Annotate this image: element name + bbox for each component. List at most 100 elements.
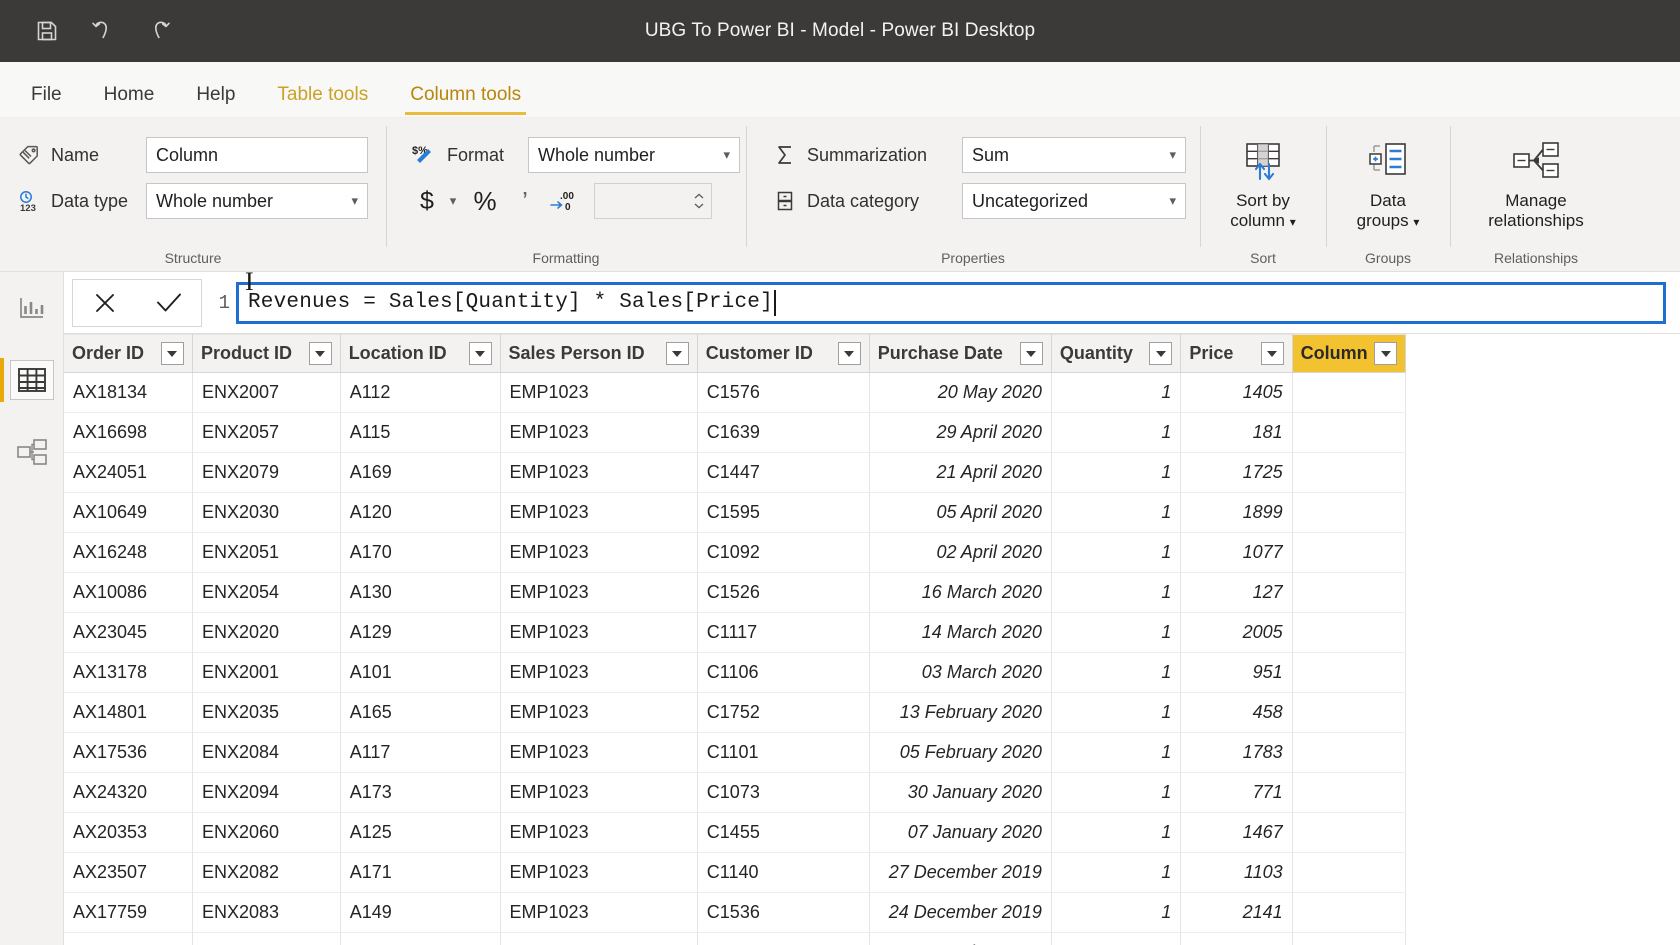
sort-by-column-button[interactable]: Sort by column ▾	[1200, 132, 1326, 231]
table-cell[interactable]: EMP1023	[500, 492, 698, 533]
table-cell[interactable]: A125	[340, 812, 501, 853]
table-cell[interactable]: EMP1023	[500, 612, 698, 653]
table-cell[interactable]: 1	[1051, 692, 1182, 733]
table-cell[interactable]: AX23507	[64, 852, 193, 893]
table-cell[interactable]: C1536	[697, 892, 870, 933]
table-cell[interactable]: C1149	[697, 932, 870, 945]
table-cell[interactable]: 13 February 2020	[869, 692, 1052, 733]
table-cell[interactable]: 29 April 2020	[869, 412, 1052, 453]
filter-dropdown-icon[interactable]	[1019, 342, 1043, 365]
table-cell[interactable]: 30 January 2020	[869, 772, 1052, 813]
table-cell[interactable]: 2005	[1180, 612, 1293, 653]
table-cell[interactable]: 19 December 2019	[869, 932, 1052, 945]
table-cell[interactable]: 1	[1051, 452, 1182, 493]
save-icon[interactable]	[30, 14, 64, 48]
table-cell[interactable]: AX18134	[64, 372, 193, 413]
table-cell[interactable]	[1292, 932, 1407, 945]
table-row[interactable]: AX14801 ENX2035 A165 EMP1023 C1752 13 Februar…	[64, 692, 1407, 733]
table-cell[interactable]	[1292, 372, 1407, 413]
table-cell[interactable]: EMP1023	[500, 812, 698, 853]
table-cell[interactable]: A149	[340, 892, 501, 933]
table-cell[interactable]	[1292, 892, 1407, 933]
table-cell[interactable]: C1073	[697, 772, 870, 813]
table-cell[interactable]: 1	[1051, 532, 1182, 573]
table-cell[interactable]: C1092	[697, 532, 870, 573]
table-cell[interactable]: 05 April 2020	[869, 492, 1052, 533]
table-cell[interactable]: 05 February 2020	[869, 732, 1052, 773]
table-cell[interactable]	[1292, 572, 1407, 613]
formula-input[interactable]: I Revenues = Sales[Quantity] * Sales[Pri…	[236, 268, 1666, 324]
table-cell[interactable]	[1292, 652, 1407, 693]
filter-dropdown-icon[interactable]	[308, 342, 332, 365]
table-cell[interactable]	[1292, 612, 1407, 653]
table-cell[interactable]: EMP1023	[500, 772, 698, 813]
column-header-purchase-date[interactable]: Purchase Date	[869, 334, 1052, 373]
table-row[interactable]: AX17759 ENX2083 A149 EMP1023 C1536 24 Decembe…	[64, 892, 1407, 933]
spinner-arrows[interactable]	[693, 192, 705, 210]
table-cell[interactable]: 913	[1180, 932, 1293, 945]
table-cell[interactable]: AX24177	[64, 932, 193, 945]
column-name-input[interactable]: Column	[146, 137, 368, 173]
table-cell[interactable]: A120	[340, 492, 501, 533]
table-cell[interactable]: 24 December 2019	[869, 892, 1052, 933]
tab-home[interactable]: Home	[83, 85, 176, 117]
table-cell[interactable]: A117	[340, 732, 501, 773]
table-cell[interactable]: 1	[1051, 572, 1182, 613]
table-cell[interactable]	[1292, 852, 1407, 893]
column-header-column[interactable]: Column	[1292, 334, 1407, 373]
table-cell[interactable]: C1117	[697, 612, 870, 653]
table-cell[interactable]	[1292, 532, 1407, 573]
sidebar-item-model-view[interactable]	[0, 416, 63, 488]
table-cell[interactable]: C1101	[697, 732, 870, 773]
table-cell[interactable]: EMP1023	[500, 372, 698, 413]
table-cell[interactable]: EMP1023	[500, 852, 698, 893]
table-cell[interactable]: AX24320	[64, 772, 193, 813]
chevron-down-icon[interactable]: ▾	[1290, 215, 1296, 229]
table-cell[interactable]: 1	[1051, 812, 1182, 853]
table-cell[interactable]: EMP1023	[500, 932, 698, 945]
tab-help[interactable]: Help	[175, 85, 256, 117]
table-cell[interactable]: AX20353	[64, 812, 193, 853]
column-header-sales-person-id[interactable]: Sales Person ID	[500, 334, 698, 373]
table-cell[interactable]	[1292, 692, 1407, 733]
table-cell[interactable]: EMP1023	[500, 572, 698, 613]
table-cell[interactable]: 1	[1051, 372, 1182, 413]
filter-dropdown-icon[interactable]	[1149, 342, 1173, 365]
column-header-location-id[interactable]: Location ID	[340, 334, 501, 373]
table-row[interactable]: AX24051 ENX2079 A169 EMP1023 C1447 21 April 2…	[64, 452, 1407, 493]
table-cell[interactable]: ENX2061	[192, 932, 341, 945]
table-cell[interactable]: ENX2084	[192, 732, 341, 773]
table-cell[interactable]: A129	[340, 612, 501, 653]
table-cell[interactable]: 1899	[1180, 492, 1293, 533]
table-cell[interactable]: AX16698	[64, 412, 193, 453]
table-cell[interactable]: EMP1023	[500, 732, 698, 773]
table-cell[interactable]: 1103	[1180, 852, 1293, 893]
data-category-select[interactable]: Uncategorized ▾	[962, 183, 1186, 219]
table-cell[interactable]	[1292, 812, 1407, 853]
column-header-product-id[interactable]: Product ID	[192, 334, 341, 373]
column-header-customer-id[interactable]: Customer ID	[697, 334, 870, 373]
sidebar-item-data-view[interactable]	[0, 344, 63, 416]
table-cell[interactable]: AX14801	[64, 692, 193, 733]
table-cell[interactable]: C1106	[697, 652, 870, 693]
table-cell[interactable]: AX17536	[64, 732, 193, 773]
table-cell[interactable]: C1526	[697, 572, 870, 613]
table-cell[interactable]: AX10086	[64, 572, 193, 613]
table-cell[interactable]: 21 April 2020	[869, 452, 1052, 493]
column-header-quantity[interactable]: Quantity	[1051, 334, 1182, 373]
table-cell[interactable]: C1447	[697, 452, 870, 493]
table-cell[interactable]: 20 May 2020	[869, 372, 1052, 413]
percent-format-button[interactable]: %	[470, 182, 500, 220]
sidebar-item-report-view[interactable]	[0, 272, 63, 344]
table-row[interactable]: AX13178 ENX2001 A101 EMP1023 C1106 03 March 2…	[64, 652, 1407, 693]
table-cell[interactable]: ENX2020	[192, 612, 341, 653]
table-cell[interactable]: ENX2094	[192, 772, 341, 813]
currency-dropdown-chevron-icon[interactable]: ▾	[442, 182, 464, 220]
data-grid[interactable]: Order ID Product ID Location ID Sales Perso…	[64, 334, 1680, 945]
table-cell[interactable]: A165	[340, 692, 501, 733]
table-cell[interactable]: A131	[340, 932, 501, 945]
table-cell[interactable]: C1455	[697, 812, 870, 853]
table-cell[interactable]: 127	[1180, 572, 1293, 613]
table-cell[interactable]: 1	[1051, 612, 1182, 653]
filter-dropdown-icon[interactable]	[665, 342, 689, 365]
